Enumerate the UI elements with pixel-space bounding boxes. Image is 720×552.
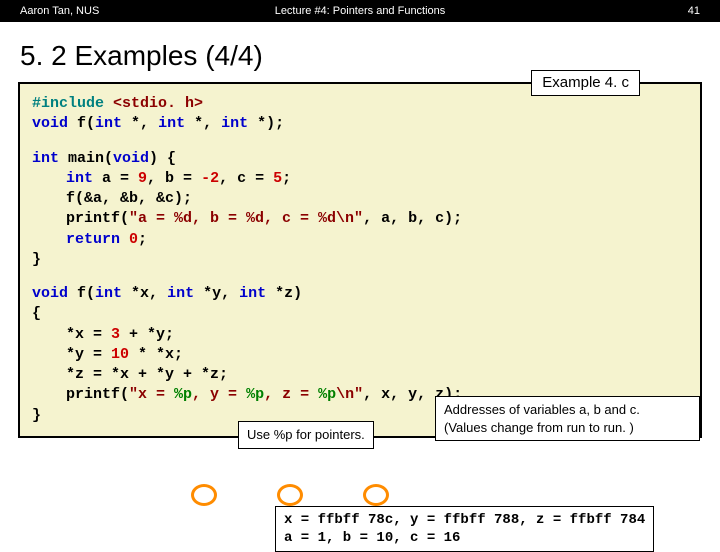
code-line: { — [32, 304, 688, 324]
note-pointers: Use %p for pointers. — [238, 421, 374, 449]
code-line: *y = 10 * *x; — [32, 345, 688, 365]
code-line: *x = 3 + *y; — [32, 325, 688, 345]
code-line: f(&a, &b, &c); — [32, 189, 688, 209]
code-listing: Example 4. c #include <stdio. h> void f(… — [18, 82, 702, 438]
highlight-circle-icon — [363, 484, 389, 506]
code-line: int a = 9, b = -2, c = 5; — [32, 169, 688, 189]
example-label: Example 4. c — [531, 70, 640, 96]
code-line: } — [32, 250, 688, 270]
header-page-num: 41 — [688, 5, 700, 17]
highlight-circle-icon — [277, 484, 303, 506]
code-line: #include <stdio. h> — [32, 94, 688, 114]
code-line: return 0; — [32, 230, 688, 250]
output-box: x = ffbff 78c, y = ffbff 788, z = ffbff … — [275, 506, 654, 552]
highlight-circle-icon — [191, 484, 217, 506]
note-addresses: Addresses of variables a, b and c.(Value… — [435, 396, 700, 441]
code-line: void f(int *x, int *y, int *z) — [32, 284, 688, 304]
code-line: int main(void) { — [32, 149, 688, 169]
header-author: Aaron Tan, NUS — [0, 5, 99, 17]
header-bar: Aaron Tan, NUS Lecture #4: Pointers and … — [0, 0, 720, 22]
code-line: void f(int *, int *, int *); — [32, 114, 688, 134]
code-line: *z = *x + *y + *z; — [32, 365, 688, 385]
header-lecture: Lecture #4: Pointers and Functions — [275, 5, 446, 17]
code-line: printf("a = %d, b = %d, c = %d\n", a, b,… — [32, 209, 688, 229]
